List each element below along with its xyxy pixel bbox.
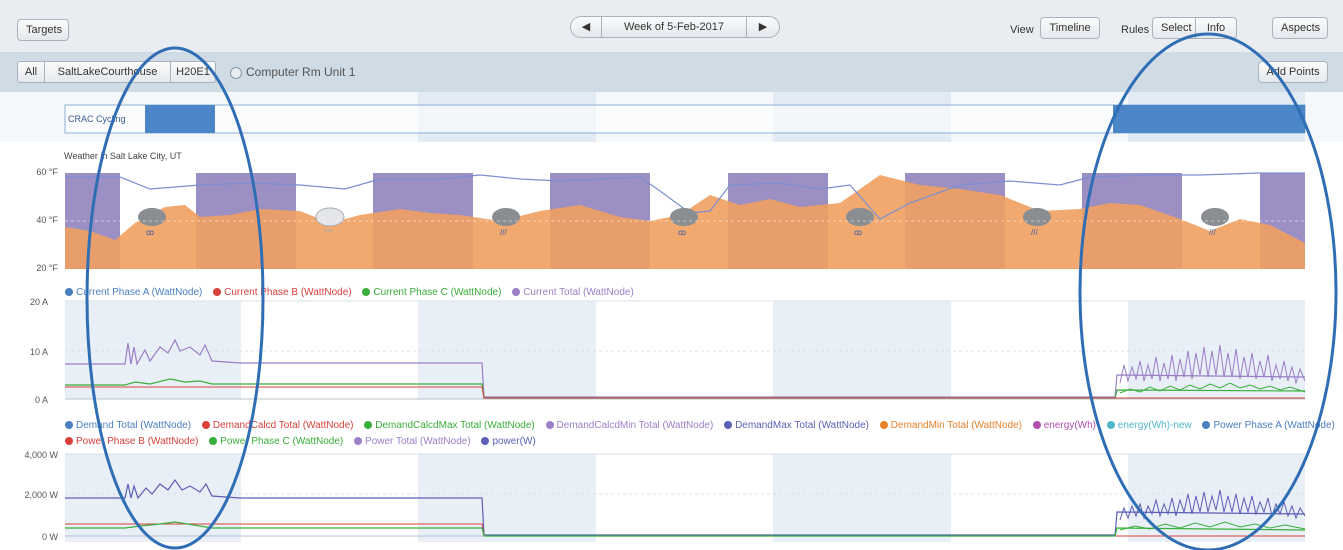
timeline-button[interactable]: Timeline [1040, 17, 1100, 39]
aspects-button[interactable]: Aspects [1272, 17, 1328, 39]
power-phase-b-line [65, 523, 1305, 537]
legend-label: DemandCalcd Total (WattNode) [212, 420, 354, 431]
legend-label: DemandCalcdMin Total (WattNode) [556, 420, 714, 431]
targets-button[interactable]: Targets [17, 19, 69, 41]
legend-item[interactable]: Power Phase A (WattNode) [1202, 420, 1335, 431]
weather-title: Weather in Salt Lake City, UT [64, 151, 182, 161]
legend-dot [481, 437, 490, 445]
legend-item[interactable]: DemandMin Total (WattNode) [879, 420, 1022, 431]
weather-ytick-20: 20 °F [36, 263, 58, 273]
breadcrumb-h20e1[interactable]: H20E1 [170, 61, 216, 83]
view-label: View [1010, 24, 1034, 36]
legend-item[interactable]: DemandCalcdMax Total (WattNode) [364, 420, 535, 431]
svg-text:///: /// [500, 228, 507, 237]
current-chart: 20 A 10 A 0 A [30, 297, 1306, 405]
left-arrow-icon: ◀ [581, 21, 591, 33]
rules-row-label: CRAC Cycling [68, 114, 126, 124]
legend-dot [879, 421, 888, 429]
current-phase-c-line [65, 378, 1306, 399]
legend-dot [65, 421, 73, 429]
legend-item[interactable]: energy(Wh) [1032, 420, 1096, 431]
legend-dot [201, 421, 210, 429]
rules-label: Rules [1121, 24, 1150, 36]
info-button[interactable]: Info [1195, 17, 1237, 39]
svg-text:///: /// [1031, 228, 1038, 237]
legend-dot [1106, 421, 1115, 429]
svg-text:///: /// [1209, 228, 1216, 237]
legend-label: Power Phase A (WattNode) [1213, 420, 1335, 431]
current-point-name: Computer Rm Unit 1 [246, 65, 356, 79]
legend-label: DemandCalcdMax Total (WattNode) [375, 420, 535, 431]
power-legend-row2: Power Phase B (WattNode) Power Phase C (… [65, 436, 544, 447]
select-button[interactable]: Select [1152, 17, 1196, 39]
legend-item[interactable]: Power Phase C (WattNode) [209, 436, 343, 447]
legend-item[interactable]: power(W) [481, 436, 536, 447]
legend-item[interactable]: Power Total (WattNode) [354, 436, 471, 447]
current-phase-b-line [65, 386, 1305, 399]
legend-label: energy(Wh) [1043, 420, 1096, 431]
current-ytick-0: 0 A [35, 395, 48, 405]
current-ytick-10: 10 A [30, 347, 48, 357]
legend-dot [65, 437, 73, 445]
legend-label: DemandMax Total (WattNode) [735, 420, 870, 431]
legend-item[interactable]: DemandCalcdMin Total (WattNode) [545, 420, 714, 431]
legend-dot [209, 437, 218, 445]
next-week-button[interactable]: ▶ [746, 16, 780, 38]
power-total-line [65, 478, 1306, 536]
breadcrumb-all[interactable]: All [17, 61, 45, 83]
legend-label: power(W) [492, 436, 536, 447]
crac-cycling-segment-2[interactable] [1113, 105, 1305, 133]
weather-chart: Weather in Salt Lake City, UT 60 °F 40 °… [36, 151, 1305, 273]
legend-item[interactable]: energy(Wh)-new [1106, 420, 1192, 431]
current-ytick-20: 20 A [30, 297, 48, 307]
legend-dot [364, 421, 373, 429]
legend-label: energy(Wh)-new [1117, 420, 1192, 431]
legend-item[interactable]: DemandCalcd Total (WattNode) [201, 420, 354, 431]
week-label[interactable]: Week of 5-Feb-2017 [601, 16, 747, 38]
breadcrumb: All SaltLakeCourthouse H20E1 Computer Rm… [0, 52, 1343, 93]
current-total-line [65, 338, 1306, 398]
svg-text:ꝏ: ꝏ [854, 228, 862, 237]
right-arrow-icon: ▶ [758, 21, 768, 33]
power-ytick-4000: 4,000 W [24, 450, 58, 460]
week-navigator: ◀ Week of 5-Feb-2017 ▶ [570, 16, 780, 38]
legend-dot [1032, 421, 1041, 429]
rules-row: CRAC Cycling [0, 92, 1343, 142]
legend-item[interactable]: Demand Total (WattNode) [65, 420, 191, 431]
legend-label: Power Phase C (WattNode) [220, 436, 344, 447]
info-circle-icon[interactable] [230, 67, 242, 79]
svg-text:ꝏ: ꝏ [146, 228, 154, 237]
weather-ytick-60: 60 °F [36, 167, 58, 177]
legend-item[interactable]: DemandMax Total (WattNode) [724, 420, 869, 431]
prev-week-button[interactable]: ◀ [570, 16, 602, 38]
add-points-button[interactable]: Add Points [1258, 61, 1328, 83]
legend-label: DemandMin Total (WattNode) [890, 420, 1022, 431]
legend-label: Demand Total (WattNode) [76, 420, 192, 431]
svg-text:ꝏ: ꝏ [678, 228, 686, 237]
legend-dot [724, 421, 733, 429]
legend-label: Power Total (WattNode) [365, 436, 471, 447]
toolbar: Targets ◀ Week of 5-Feb-2017 ▶ View Time… [0, 0, 1343, 53]
legend-dot [354, 437, 363, 445]
legend-item[interactable]: Power Phase B (WattNode) [65, 436, 198, 447]
legend-dot [1202, 421, 1211, 429]
legend-label: Power Phase B (WattNode) [76, 436, 199, 447]
svg-text:***: *** [324, 228, 333, 237]
legend-dot [545, 421, 554, 429]
crac-cycling-segment-1[interactable] [145, 105, 215, 133]
weather-ytick-40: 40 °F [36, 215, 58, 225]
power-chart: 4,000 W 2,000 W 0 W [24, 450, 1306, 542]
power-legend-row1: Demand Total (WattNode) DemandCalcd Tota… [65, 420, 1343, 431]
power-ytick-0: 0 W [42, 532, 59, 542]
power-ytick-2000: 2,000 W [24, 490, 58, 500]
breadcrumb-saltlakecourthouse[interactable]: SaltLakeCourthouse [44, 61, 171, 83]
